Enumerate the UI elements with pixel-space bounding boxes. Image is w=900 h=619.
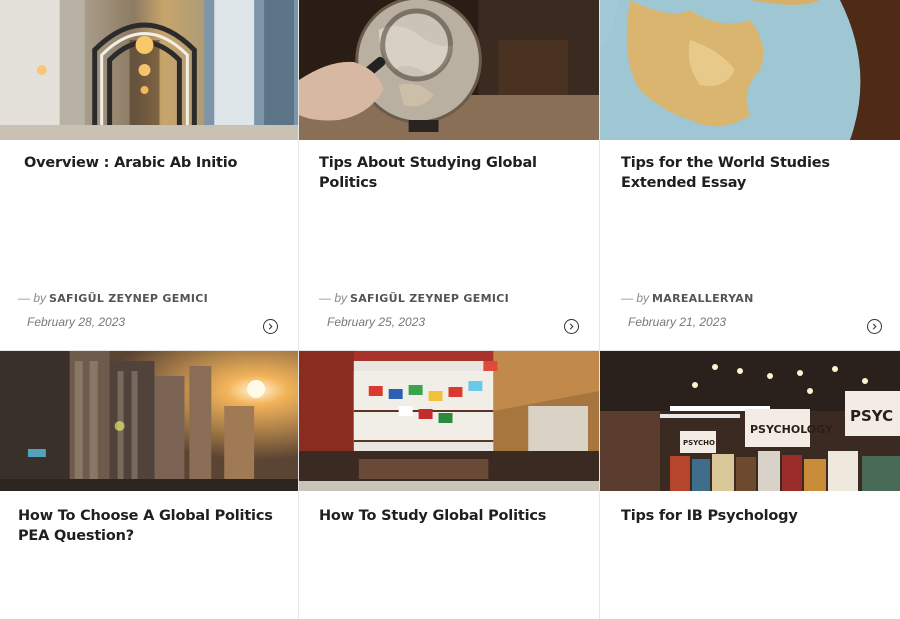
post-thumbnail-arabic-corridor[interactable] — [0, 0, 298, 140]
post-byline: — by SAFIGÜL ZEYNEP GEMICI — [319, 291, 509, 305]
post-byline: — by SAFIGÜL ZEYNEP GEMICI — [18, 291, 208, 305]
post-card[interactable]: How To Study Global Politics — [299, 351, 600, 619]
post-title[interactable]: Tips About Studying Global Politics — [319, 154, 577, 193]
read-more-arrow-icon[interactable] — [867, 319, 882, 334]
posts-grid: Overview : Arabic Ab Initio — by SAFIGÜL … — [0, 0, 900, 619]
svg-text:PSYCHO: PSYCHO — [683, 439, 715, 447]
post-byline: — by MAREALLERYAN — [621, 291, 754, 305]
read-more-arrow-icon[interactable] — [263, 319, 278, 334]
post-title[interactable]: Overview : Arabic Ab Initio — [24, 154, 276, 174]
post-card[interactable]: Overview : Arabic Ab Initio — by SAFIGÜL … — [0, 0, 299, 351]
post-date: February 25, 2023 — [327, 315, 426, 329]
byline-prefix: — by — [319, 291, 348, 305]
post-date: February 28, 2023 — [27, 315, 126, 329]
read-more-arrow-icon[interactable] — [564, 319, 579, 334]
post-thumbnail-flags-street[interactable] — [299, 351, 599, 491]
post-title[interactable]: How To Study Global Politics — [319, 507, 577, 527]
post-card[interactable]: Tips About Studying Global Politics — by… — [299, 0, 600, 351]
post-title[interactable]: How To Choose A Global Politics PEA Ques… — [18, 507, 276, 546]
post-card[interactable]: How To Choose A Global Politics PEA Ques… — [0, 351, 299, 619]
post-title[interactable]: Tips for IB Psychology — [621, 507, 878, 527]
svg-text:PSYCHOLOGY: PSYCHOLOGY — [750, 423, 834, 436]
post-author-link[interactable]: SAFIGÜL ZEYNEP GEMICI — [49, 292, 208, 305]
post-thumbnail-globe-europe[interactable] — [600, 0, 900, 140]
byline-prefix: — by — [18, 291, 47, 305]
post-author-link[interactable]: SAFIGÜL ZEYNEP GEMICI — [350, 292, 509, 305]
post-author-link[interactable]: MAREALLERYAN — [652, 292, 754, 305]
post-card[interactable]: PSYCHOLOGY PSYC PSYCHO Tips for IB Psych… — [600, 351, 900, 619]
post-title[interactable]: Tips for the World Studies Extended Essa… — [621, 154, 878, 193]
post-date: February 21, 2023 — [628, 315, 727, 329]
svg-text:PSYC: PSYC — [850, 407, 893, 425]
post-thumbnail-psychology-bookstore[interactable]: PSYCHOLOGY PSYC PSYCHO — [600, 351, 900, 491]
byline-prefix: — by — [621, 291, 650, 305]
post-thumbnail-globe-magnifier[interactable] — [299, 0, 599, 140]
post-card[interactable]: Tips for the World Studies Extended Essa… — [600, 0, 900, 351]
post-thumbnail-city-sunset[interactable] — [0, 351, 298, 491]
